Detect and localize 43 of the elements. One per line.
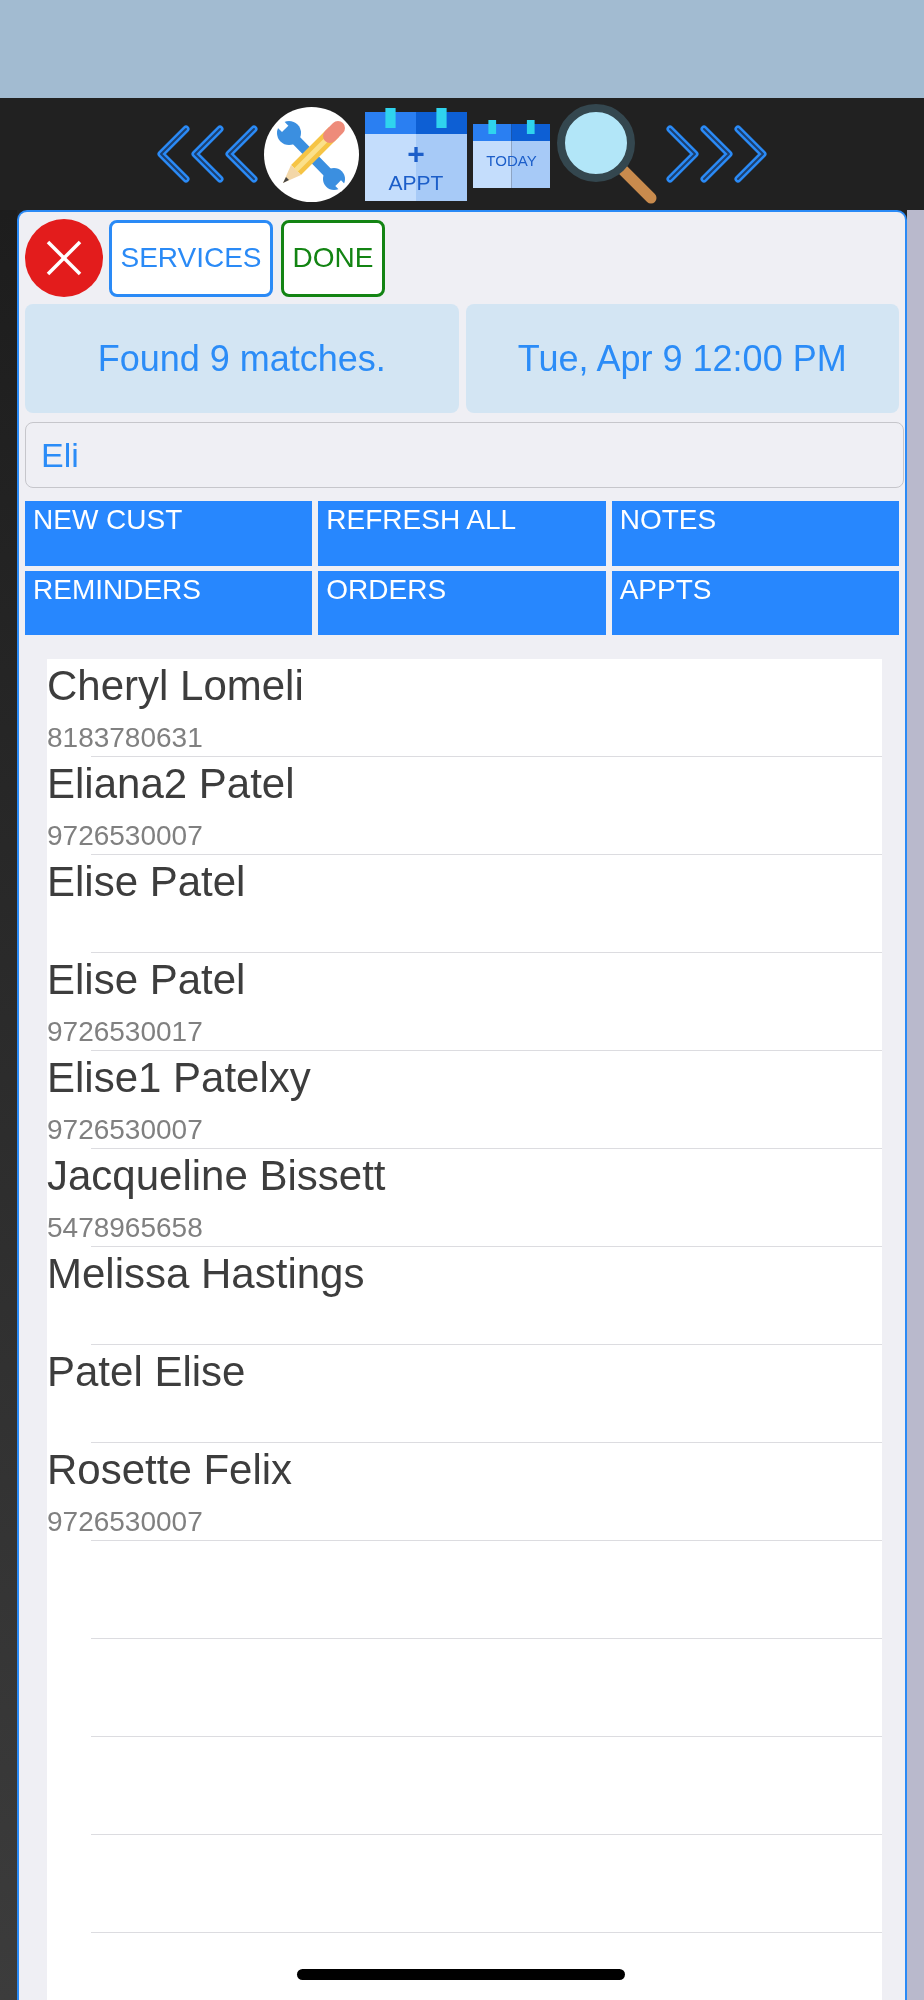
customer-name: Patel Elise	[47, 1348, 246, 1396]
today-button[interactable]: TODAY	[473, 120, 550, 188]
customer-row[interactable]: Eliana2 Patel 9726530007	[47, 757, 882, 855]
header-button[interactable]: SERVICES	[109, 219, 273, 297]
customer-row[interactable]: Cheryl Lomeli 8183780631	[47, 659, 882, 757]
triple-chevron-left-icon[interactable]	[156, 125, 258, 183]
wrench-pencil-icon[interactable]	[264, 106, 359, 202]
action-button[interactable]: ORDERS	[318, 571, 606, 635]
customer-row[interactable]: Patel Elise	[47, 1345, 882, 1443]
date-time-button[interactable]: Tue, Apr 9 12:00 PM	[465, 304, 899, 413]
customer-phone: 9726530007	[47, 820, 203, 852]
customer-name: Jacqueline Bissett	[47, 1152, 386, 1200]
calendar-icon	[365, 107, 467, 201]
triple-chevron-right-icon[interactable]	[666, 125, 768, 183]
customer-name: Cheryl Lomeli	[47, 662, 304, 710]
customer-phone: 9726530017	[47, 1016, 203, 1048]
customer-name: Elise1 Patelxy	[47, 1054, 311, 1102]
customer-name: Elise Patel	[47, 956, 246, 1004]
customer-name: Rosette Felix	[47, 1446, 293, 1494]
action-button[interactable]: NEW CUST	[25, 501, 313, 566]
header-button[interactable]: DONE	[281, 219, 385, 297]
close-icon	[46, 240, 82, 276]
customer-row[interactable]: Jacqueline Bissett 5478965658	[47, 1149, 882, 1247]
customer-row[interactable]: Elise Patel	[47, 855, 882, 953]
action-button[interactable]: APPTS	[611, 571, 899, 635]
action-button[interactable]: REMINDERS	[25, 571, 313, 635]
customer-name: Elise Patel	[47, 858, 246, 906]
customer-row[interactable]: Rosette Felix 9726530007	[47, 1443, 882, 1541]
customer-phone: 9726530007	[47, 1114, 203, 1146]
add-appointment-button[interactable]: + APPT	[365, 107, 467, 201]
customer-row[interactable]: Elise Patel 9726530017	[47, 953, 882, 1051]
search-field[interactable]: Eli	[25, 422, 904, 488]
customer-name: Eliana2 Patel	[47, 760, 295, 808]
customer-phone: 5478965658	[47, 1212, 203, 1244]
customer-row[interactable]: Elise1 Patelxy 9726530007	[47, 1051, 882, 1149]
match-count-label: Found 9 matches.	[25, 304, 459, 413]
customer-phone: 8183780631	[47, 722, 203, 754]
calendar-icon	[473, 120, 550, 188]
action-button[interactable]: REFRESH ALL	[318, 501, 606, 566]
customer-row[interactable]: Melissa Hastings	[47, 1247, 882, 1345]
action-button[interactable]: NOTES	[611, 501, 899, 566]
customer-name: Melissa Hastings	[47, 1250, 365, 1298]
customer-phone: 9726530007	[47, 1506, 203, 1538]
